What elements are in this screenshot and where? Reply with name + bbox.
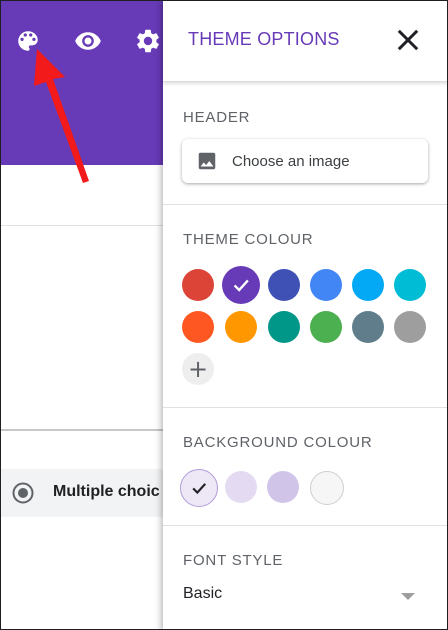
- theme-color-swatch-blue-grey[interactable]: [352, 311, 384, 343]
- theme-color-swatch-grey[interactable]: [394, 311, 426, 343]
- dropdown-arrow-icon: [401, 593, 415, 600]
- theme-color-swatch-light-blue[interactable]: [352, 269, 384, 301]
- choose-image-label: Choose an image: [232, 153, 350, 170]
- image-icon: [196, 150, 218, 177]
- background-colour-title: BACKGROUND COLOUR: [183, 434, 373, 451]
- theme-color-swatch-deep-orange[interactable]: [182, 311, 214, 343]
- background-color-swatch-4[interactable]: [310, 471, 344, 505]
- palette-icon[interactable]: [10, 23, 46, 59]
- question-type-dropdown[interactable]: Multiple choic: [1, 469, 169, 517]
- panel-title: THEME OPTIONS: [188, 29, 340, 49]
- background-color-swatch-1[interactable]: [180, 469, 218, 507]
- eye-icon[interactable]: [70, 23, 106, 59]
- theme-color-swatch-teal[interactable]: [268, 311, 300, 343]
- panel-header: THEME OPTIONS: [163, 1, 447, 82]
- check-icon: [233, 279, 249, 292]
- theme-colour-title: THEME COLOUR: [183, 231, 314, 248]
- theme-color-swatch-cyan[interactable]: [394, 269, 426, 301]
- section-divider: [163, 525, 447, 526]
- background-color-swatch-2[interactable]: [225, 471, 257, 503]
- header-section-title: HEADER: [183, 109, 251, 126]
- section-divider: [163, 407, 447, 408]
- section-divider: [163, 204, 447, 205]
- theme-color-swatch-green[interactable]: [310, 311, 342, 343]
- question-type-label: Multiple choic: [53, 483, 160, 500]
- font-style-dropdown[interactable]: Basic: [183, 585, 429, 609]
- theme-color-swatch-purple[interactable]: [222, 266, 260, 304]
- gear-icon[interactable]: [130, 23, 166, 59]
- app-window: Multiple choic THEME OPTIONS HEADER Choo…: [0, 0, 448, 630]
- theme-color-swatch-indigo[interactable]: [268, 269, 300, 301]
- theme-color-swatch-red[interactable]: [182, 269, 214, 301]
- form-divider: [1, 225, 169, 226]
- theme-options-panel: THEME OPTIONS HEADER Choose an image THE…: [163, 1, 447, 629]
- add-custom-color-button[interactable]: +: [182, 353, 214, 385]
- theme-color-swatch-blue[interactable]: [310, 269, 342, 301]
- check-icon: [192, 483, 207, 495]
- close-button[interactable]: [393, 25, 423, 55]
- font-style-value: Basic: [183, 585, 223, 602]
- choose-image-button[interactable]: Choose an image: [182, 139, 428, 183]
- radio-button-checked-icon: [11, 481, 35, 510]
- background-color-swatch-3[interactable]: [267, 471, 299, 503]
- theme-color-swatch-orange[interactable]: [225, 311, 257, 343]
- plus-icon: +: [187, 355, 209, 383]
- form-divider: [1, 429, 169, 431]
- close-icon: [397, 29, 419, 51]
- font-style-title: FONT STYLE: [183, 552, 284, 569]
